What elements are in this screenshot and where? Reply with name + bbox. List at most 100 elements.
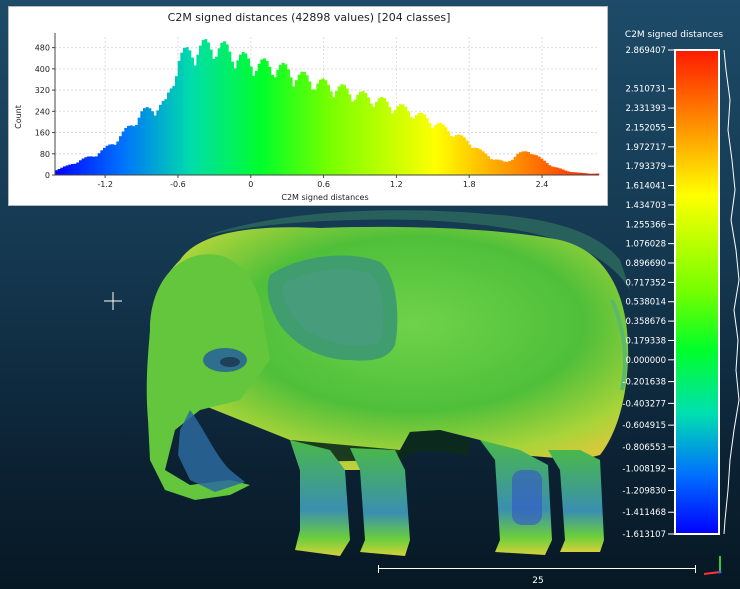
histogram-bar: [207, 42, 210, 175]
histogram-bar: [273, 77, 277, 175]
histogram-bar: [121, 131, 125, 175]
histogram-bar: [193, 65, 197, 175]
histogram-bar: [417, 113, 421, 175]
histogram-bar: [444, 127, 448, 175]
histogram-bar: [351, 101, 354, 175]
histogram-bar: [420, 112, 424, 175]
histogram-bar: [516, 153, 520, 175]
scale-label: -0.806553: [622, 443, 666, 453]
histogram-bar: [537, 156, 541, 175]
histogram-bar: [532, 154, 536, 175]
scale-label: -0.604915: [622, 421, 666, 431]
histogram-x-ticks: -1.2 -0.6 0 0.6 1.2 1.8 2.4: [97, 175, 548, 189]
histogram-bar: [508, 161, 512, 175]
histogram-bar: [265, 60, 269, 175]
histogram-bar: [489, 159, 493, 175]
histogram-bar: [415, 115, 418, 175]
histogram-bar: [148, 108, 152, 175]
histogram-bar: [297, 74, 301, 175]
scale-label: -1.613107: [622, 530, 666, 540]
histogram-bar: [95, 156, 98, 175]
color-scale-labels: 2.869407 2.510731 2.331393 2.152055 1.972717…: [622, 46, 674, 540]
histogram-bar: [367, 97, 370, 175]
histogram-bar: [556, 167, 560, 175]
histogram-y-label: Count: [14, 105, 23, 129]
histogram-chart: 0 80 160 240 320 400 480 -1.2 -0.6 0 0.6 1.2 1.8 2.4…: [14, 33, 600, 202]
histogram-bar: [540, 158, 544, 175]
histogram-bar: [471, 148, 474, 175]
histogram-bar: [399, 104, 402, 175]
histogram-bar: [545, 162, 549, 175]
scale-label: -1.008192: [622, 465, 666, 475]
histogram-bar: [513, 156, 517, 175]
histogram-bar: [140, 111, 144, 175]
histogram-bar: [145, 107, 149, 175]
histogram-bar: [209, 49, 213, 175]
histogram-bar: [487, 156, 490, 175]
scale-label: 1.255366: [625, 220, 666, 230]
histogram-bar: [212, 59, 216, 175]
scale-label: 1.614041: [625, 182, 666, 192]
histogram-bar: [372, 106, 376, 175]
histogram-bar: [292, 86, 296, 175]
scale-label: 1.434703: [625, 201, 666, 211]
histogram-bar: [127, 125, 130, 175]
histogram-bar: [276, 69, 280, 175]
histogram-x-label: C2M signed distances: [281, 193, 368, 202]
histogram-bar: [335, 90, 338, 175]
histogram-bar: [396, 106, 400, 175]
scale-label: 0.538014: [625, 298, 666, 308]
histogram-bar: [543, 160, 546, 175]
histogram-bar: [287, 69, 290, 175]
histogram-bar: [316, 83, 320, 175]
histogram-panel: 0 80 160 240 320 400 480 -1.2 -0.6 0 0.6 1.2 1.8 2.4…: [8, 6, 608, 206]
histogram-bar: [289, 77, 293, 175]
histogram-bar: [97, 153, 101, 175]
histogram-bar: [249, 66, 253, 175]
histogram-bar: [492, 159, 496, 175]
histogram-bar: [361, 91, 365, 175]
histogram-bar: [76, 162, 80, 175]
histogram-bar: [343, 84, 346, 175]
x-tick-label: 1.8: [463, 180, 476, 189]
histogram-bar: [201, 40, 205, 175]
histogram-bar: [447, 131, 450, 175]
histogram-bar: [167, 92, 170, 175]
histogram-bar: [169, 88, 173, 175]
y-tick-label: 240: [35, 107, 50, 116]
histogram-bar: [231, 61, 234, 176]
histogram-bar: [183, 47, 186, 175]
histogram-bar: [151, 111, 154, 175]
histogram-bar: [236, 60, 240, 176]
histogram-bar: [63, 166, 66, 175]
histogram-bar: [529, 154, 533, 175]
histogram-bar: [457, 134, 461, 175]
histogram-bar: [380, 96, 384, 175]
histogram-bar: [449, 136, 453, 175]
histogram-bar: [164, 99, 168, 175]
histogram-bar: [108, 144, 112, 175]
scale-label: 2.152055: [625, 123, 666, 133]
histogram-bar: [241, 52, 245, 175]
histogram-bar: [383, 98, 386, 175]
histogram-bar: [455, 135, 458, 175]
histogram-bar: [92, 156, 96, 175]
histogram-bar: [177, 60, 181, 175]
histogram-bar: [305, 75, 309, 175]
histogram-bar: [268, 66, 272, 175]
histogram-bar: [409, 117, 413, 175]
histogram-bar: [519, 152, 522, 175]
histogram-bar: [103, 147, 106, 175]
histogram-bar: [479, 149, 482, 175]
histogram-bar: [561, 169, 565, 175]
scale-label: -1.209830: [622, 486, 666, 496]
histogram-bar: [185, 47, 189, 175]
histogram-bar: [113, 144, 117, 175]
histogram-bar: [295, 80, 298, 175]
histogram-bar: [473, 147, 477, 175]
histogram-bar: [65, 165, 69, 175]
histogram-bar: [404, 106, 408, 175]
histogram-bar: [348, 94, 352, 175]
histogram-bar: [391, 113, 394, 175]
histogram-bar: [433, 125, 437, 175]
